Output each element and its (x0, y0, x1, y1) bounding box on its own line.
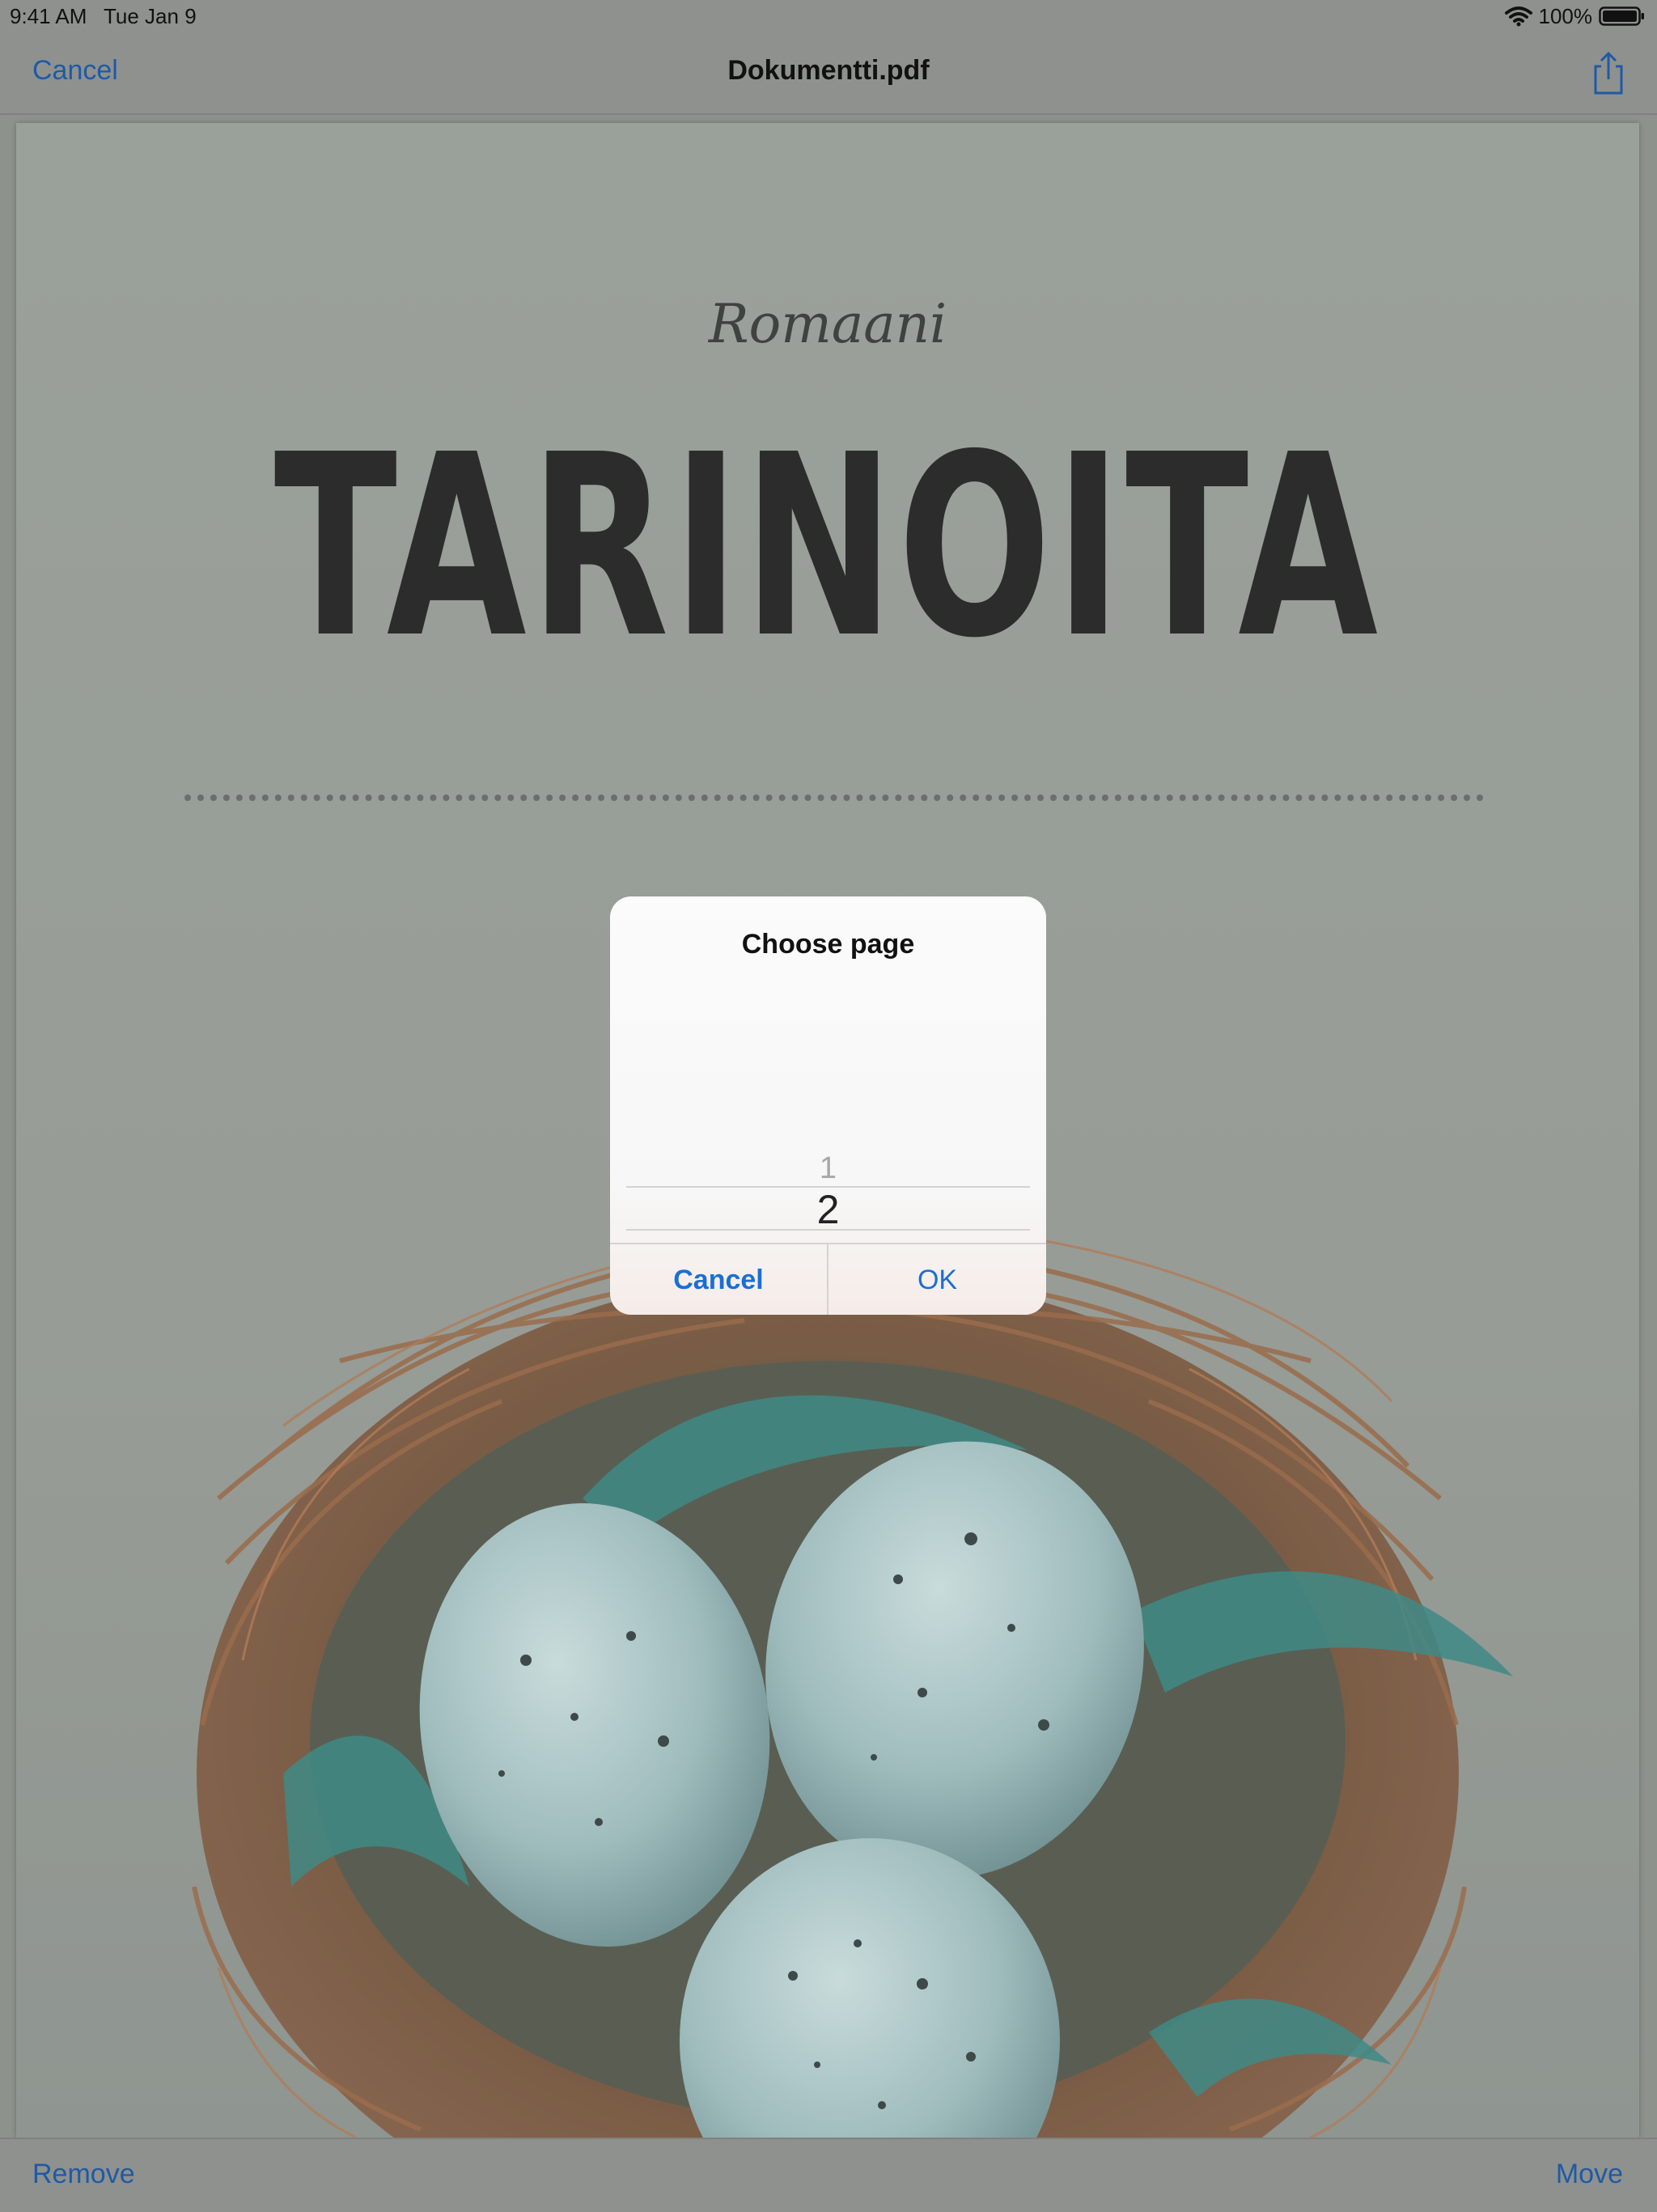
status-time: 9:41 AM (10, 4, 87, 28)
picker-option[interactable]: 1 (626, 1151, 1030, 1186)
dialog-button-row: Cancel OK (610, 1243, 1046, 1315)
status-indicators: 100% (1504, 3, 1646, 29)
battery-icon (1599, 6, 1646, 27)
book-title: TARINOITA (273, 401, 1382, 693)
move-button[interactable]: Move (1556, 2159, 1623, 2190)
dialog-ok-button[interactable]: OK (828, 1244, 1046, 1315)
dialog-title: Choose page (741, 929, 915, 960)
wifi-icon (1504, 6, 1532, 27)
picker-selected-option[interactable]: 2 (626, 1186, 1030, 1233)
navigation-bar: Cancel Dokumentti.pdf (0, 32, 1657, 115)
document-title: Dokumentti.pdf (727, 55, 930, 86)
share-icon (1589, 51, 1628, 99)
battery-percentage: 100% (1538, 3, 1593, 28)
book-subtitle: Romaani (708, 293, 947, 355)
choose-page-dialog: Choose page 1 2 Cancel OK (610, 896, 1046, 1315)
dialog-cancel-button[interactable]: Cancel (610, 1244, 827, 1315)
picker-selection-line-bottom (626, 1229, 1030, 1231)
status-date: Tue Jan 9 (104, 4, 197, 28)
dotted-divider (184, 795, 1484, 801)
status-bar: 9:41 AM Tue Jan 9 100% (0, 0, 1657, 32)
page-picker[interactable]: 1 2 (626, 1042, 1030, 1236)
share-button[interactable] (1589, 50, 1628, 95)
remove-button[interactable]: Remove (32, 2159, 135, 2190)
bottom-toolbar: Remove Move (0, 2138, 1657, 2212)
